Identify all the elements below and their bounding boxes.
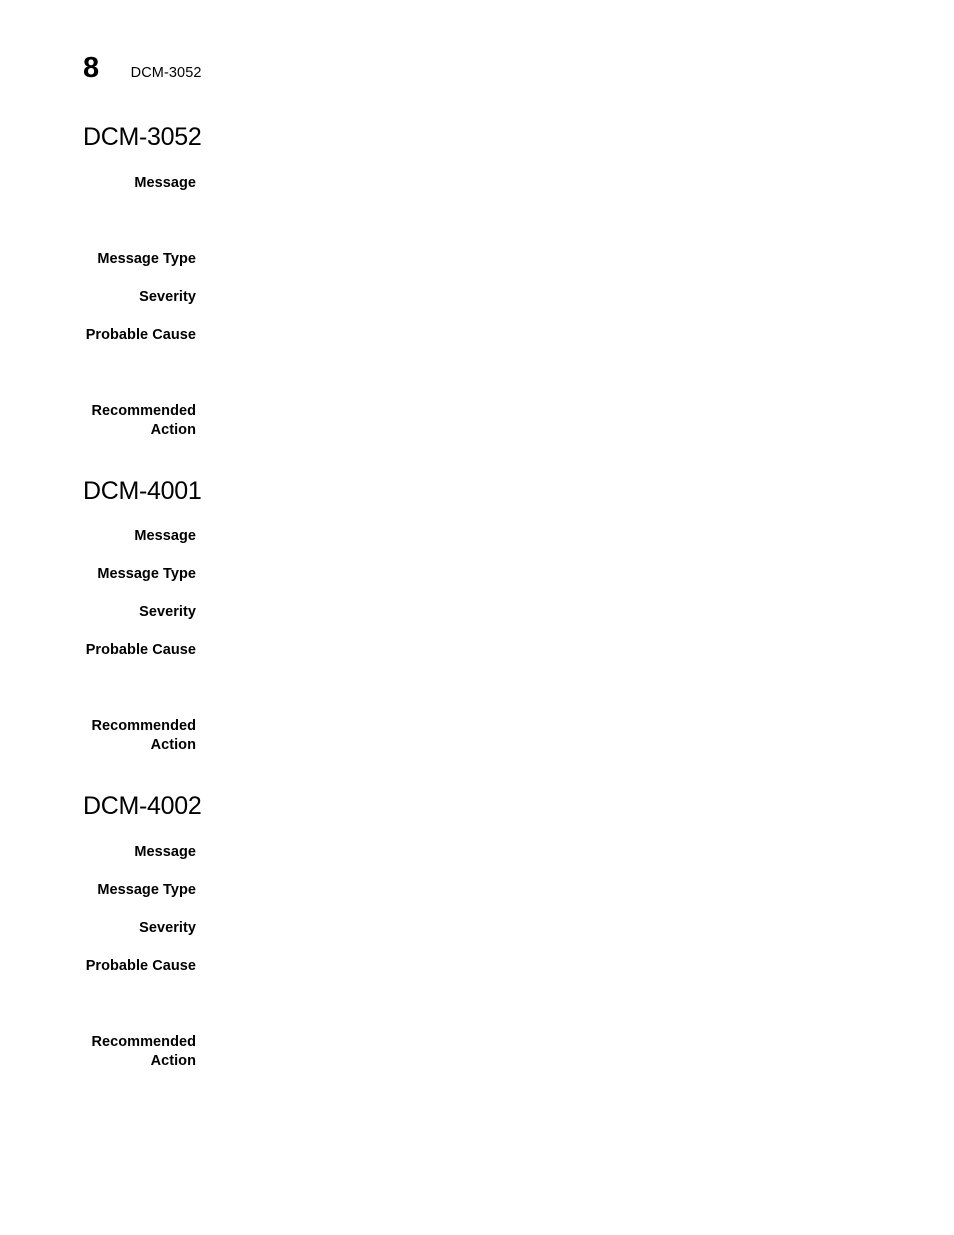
field-row: Recommended Action [0, 717, 954, 755]
page-number: 8 [83, 52, 99, 84]
field-row: Message Type [0, 250, 954, 269]
field-row: Severity [0, 603, 954, 622]
field-row: Message Type [0, 565, 954, 584]
field-value [196, 843, 954, 862]
message-section: DCM-4001 Message Message Type Severity Proba… [0, 476, 954, 756]
field-value [196, 565, 954, 584]
field-label: Recommended Action [91, 1033, 196, 1069]
section-heading: DCM-4002 [83, 792, 202, 820]
field-row: Probable Cause [0, 957, 954, 995]
field-value [196, 603, 954, 622]
field-row: Message [0, 843, 954, 862]
field-label: Message Type [97, 566, 196, 582]
running-header-title: DCM-3052 [130, 65, 202, 81]
section-heading: DCM-4001 [83, 476, 202, 505]
field-row: Probable Cause [0, 326, 954, 364]
field-row: Message Type [0, 881, 954, 900]
running-header: 8 DCM-3052 [83, 54, 202, 83]
field-label: Message [134, 528, 196, 544]
field-label: Recommended Action [91, 718, 196, 753]
field-label: Probable Cause [85, 326, 196, 343]
section-heading: DCM-3052 [83, 123, 202, 151]
field-value [196, 402, 954, 440]
field-label: Message [134, 843, 196, 860]
page-content: DCM-3052 Message Message Type Severity Proba… [0, 123, 954, 1109]
field-value [196, 881, 954, 900]
field-label: Message Type [97, 250, 196, 267]
field-label: Severity [139, 604, 196, 620]
field-value [196, 717, 954, 755]
field-list: Message Message Type Severity Probable Caus… [0, 527, 954, 755]
field-value [196, 326, 954, 364]
field-value [196, 957, 954, 995]
field-value [196, 527, 954, 546]
field-value [196, 1033, 954, 1071]
field-row: Recommended Action [0, 1033, 954, 1071]
field-label: Message Type [97, 881, 196, 898]
field-label: Probable Cause [85, 642, 196, 658]
field-list: Message Message Type Severity Probable Caus… [0, 174, 954, 440]
field-list: Message Message Type Severity Probable Caus… [0, 843, 954, 1071]
field-value [196, 174, 954, 212]
field-row: Severity [0, 919, 954, 938]
field-value [196, 641, 954, 679]
field-label: Severity [139, 919, 196, 936]
field-row: Probable Cause [0, 641, 954, 679]
field-label: Message [134, 174, 196, 191]
message-section: DCM-3052 Message Message Type Severity Proba… [0, 123, 954, 440]
document-page: 8 DCM-3052 DCM-3052 Message Message Type Se… [0, 0, 954, 1235]
field-row: Severity [0, 288, 954, 307]
field-label: Recommended Action [91, 402, 196, 438]
field-row: Message [0, 174, 954, 212]
field-label: Probable Cause [85, 957, 196, 974]
field-row: Recommended Action [0, 402, 954, 440]
field-label: Severity [139, 288, 196, 305]
message-section: DCM-4002 Message Message Type Severity Proba… [0, 792, 954, 1071]
field-row: Message [0, 527, 954, 546]
field-value [196, 919, 954, 938]
field-value [196, 250, 954, 269]
field-value [196, 288, 954, 307]
